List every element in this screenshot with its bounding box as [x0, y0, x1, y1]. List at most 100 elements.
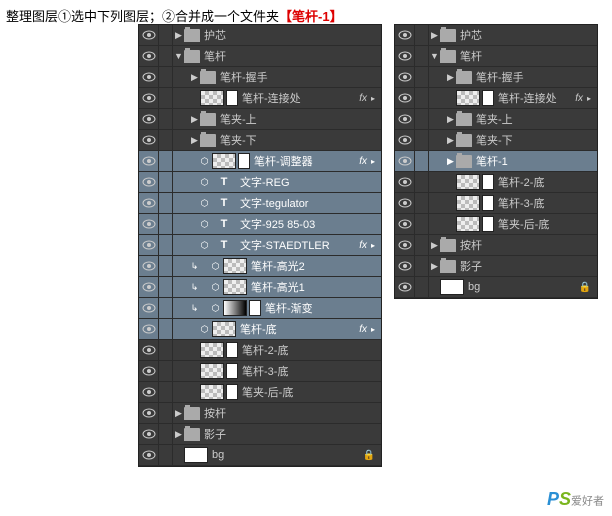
visibility-eye-icon[interactable]	[395, 25, 415, 45]
visibility-eye-icon[interactable]	[395, 88, 415, 108]
disclosure-right-icon[interactable]: ▶	[429, 261, 440, 272]
left-row-20[interactable]: bg🔒	[139, 445, 381, 466]
right-row-10[interactable]: ▶ 按杆	[395, 235, 597, 256]
visibility-eye-icon[interactable]	[139, 67, 159, 87]
disclosure-right-icon[interactable]: ▶	[429, 30, 440, 41]
visibility-eye-icon[interactable]	[395, 151, 415, 171]
fx-disclosure-icon[interactable]: ▸	[587, 94, 591, 103]
visibility-eye-icon[interactable]	[395, 109, 415, 129]
layer-label[interactable]: 护芯	[460, 27, 597, 43]
visibility-eye-icon[interactable]	[139, 445, 159, 465]
layer-label[interactable]: 笔杆-高光2	[251, 258, 381, 274]
layer-label[interactable]: 文字-REG	[240, 174, 381, 190]
right-row-12[interactable]: bg🔒	[395, 277, 597, 298]
layer-label[interactable]: bg	[212, 449, 363, 461]
disclosure-right-icon[interactable]: ▶	[189, 72, 200, 83]
left-row-17[interactable]: 笔夹-后-底	[139, 382, 381, 403]
right-row-5[interactable]: ▶笔夹-下	[395, 130, 597, 151]
fx-badge[interactable]: fx	[575, 93, 583, 104]
right-row-2[interactable]: ▶ 笔杆-握手	[395, 67, 597, 88]
disclosure-right-icon[interactable]: ▶	[445, 114, 456, 125]
layer-label[interactable]: 按杆	[460, 237, 597, 253]
left-row-2[interactable]: ▶笔杆-握手	[139, 67, 381, 88]
visibility-eye-icon[interactable]	[139, 214, 159, 234]
disclosure-right-icon[interactable]: ▶	[429, 240, 440, 251]
layer-label[interactable]: 笔杆-底	[240, 321, 359, 337]
left-row-9[interactable]: ⬡T文字-925 85-03	[139, 214, 381, 235]
visibility-eye-icon[interactable]	[395, 214, 415, 234]
visibility-eye-icon[interactable]	[395, 193, 415, 213]
layer-label[interactable]: 笔杆-连接处	[498, 90, 575, 106]
layer-label[interactable]: 笔夹-后-底	[498, 216, 597, 232]
disclosure-right-icon[interactable]: ▶	[189, 114, 200, 125]
layer-label[interactable]: 笔杆-渐变	[265, 300, 381, 316]
fx-disclosure-icon[interactable]: ▸	[371, 94, 375, 103]
layer-label[interactable]: 笔杆-调整器	[254, 153, 359, 169]
visibility-eye-icon[interactable]	[395, 256, 415, 276]
left-row-3[interactable]: 笔杆-连接处fx ▸	[139, 88, 381, 109]
layer-label[interactable]: 笔夹-后-底	[242, 384, 381, 400]
layer-label[interactable]: 笔夹-上	[476, 111, 597, 127]
disclosure-right-icon[interactable]: ▶	[173, 429, 184, 440]
disclosure-right-icon[interactable]: ▶	[173, 30, 184, 41]
right-row-1[interactable]: ▼笔杆	[395, 46, 597, 67]
disclosure-right-icon[interactable]: ▶	[173, 408, 184, 419]
disclosure-right-icon[interactable]: ▶	[189, 135, 200, 146]
disclosure-down-icon[interactable]: ▼	[429, 51, 440, 61]
disclosure-right-icon[interactable]: ▶	[445, 156, 456, 167]
fx-badge[interactable]: fx	[359, 324, 367, 335]
left-row-18[interactable]: ▶ 按杆	[139, 403, 381, 424]
left-row-0[interactable]: ▶护芯	[139, 25, 381, 46]
visibility-eye-icon[interactable]	[395, 46, 415, 66]
layer-label[interactable]: 笔杆-握手	[476, 69, 597, 85]
visibility-eye-icon[interactable]	[139, 151, 159, 171]
visibility-eye-icon[interactable]	[395, 67, 415, 87]
left-row-1[interactable]: ▼笔杆	[139, 46, 381, 67]
right-row-9[interactable]: 笔夹-后-底	[395, 214, 597, 235]
left-row-12[interactable]: ↳⬡笔杆-高光1	[139, 277, 381, 298]
fx-badge[interactable]: fx	[359, 93, 367, 104]
layer-label[interactable]: bg	[468, 281, 579, 293]
disclosure-right-icon[interactable]: ▶	[445, 72, 456, 83]
layer-label[interactable]: 文字-925 85-03	[240, 216, 381, 232]
left-row-16[interactable]: 笔杆-3-底	[139, 361, 381, 382]
visibility-eye-icon[interactable]	[139, 130, 159, 150]
left-row-19[interactable]: ▶ 影子	[139, 424, 381, 445]
right-row-3[interactable]: 笔杆-连接处fx ▸	[395, 88, 597, 109]
visibility-eye-icon[interactable]	[139, 403, 159, 423]
layer-label[interactable]: 笔夹-下	[220, 132, 381, 148]
visibility-eye-icon[interactable]	[395, 130, 415, 150]
right-row-11[interactable]: ▶ 影子	[395, 256, 597, 277]
visibility-eye-icon[interactable]	[139, 193, 159, 213]
visibility-eye-icon[interactable]	[139, 382, 159, 402]
left-row-8[interactable]: ⬡T文字-tegulator	[139, 193, 381, 214]
layer-label[interactable]: 影子	[460, 258, 597, 274]
layer-label[interactable]: 笔杆-高光1	[251, 279, 381, 295]
left-row-5[interactable]: ▶ 笔夹-下	[139, 130, 381, 151]
layer-label[interactable]: 笔杆-连接处	[242, 90, 359, 106]
layer-label[interactable]: 笔杆	[204, 48, 381, 64]
fx-badge[interactable]: fx	[359, 156, 367, 167]
layer-label[interactable]: 文字-tegulator	[240, 195, 381, 211]
fx-disclosure-icon[interactable]: ▸	[371, 157, 375, 166]
right-row-6[interactable]: ▶ 笔杆-1	[395, 151, 597, 172]
visibility-eye-icon[interactable]	[139, 277, 159, 297]
layer-label[interactable]: 笔杆-2-底	[498, 174, 597, 190]
right-row-0[interactable]: ▶ 护芯	[395, 25, 597, 46]
right-row-4[interactable]: ▶ 笔夹-上	[395, 109, 597, 130]
fx-badge[interactable]: fx	[359, 240, 367, 251]
left-row-13[interactable]: ↳⬡笔杆-渐变	[139, 298, 381, 319]
visibility-eye-icon[interactable]	[139, 361, 159, 381]
right-row-8[interactable]: 笔杆-3-底	[395, 193, 597, 214]
layer-label[interactable]: 笔杆-3-底	[498, 195, 597, 211]
visibility-eye-icon[interactable]	[139, 46, 159, 66]
left-row-4[interactable]: ▶ 笔夹-上	[139, 109, 381, 130]
fx-disclosure-icon[interactable]: ▸	[371, 325, 375, 334]
layer-label[interactable]: 影子	[204, 426, 381, 442]
left-row-7[interactable]: ⬡T文字-REG	[139, 172, 381, 193]
layer-label[interactable]: 笔夹-下	[476, 132, 597, 148]
layer-label[interactable]: 笔杆-1	[476, 153, 597, 169]
layer-label[interactable]: 笔夹-上	[220, 111, 381, 127]
layer-label[interactable]: 按杆	[204, 405, 381, 421]
visibility-eye-icon[interactable]	[139, 319, 159, 339]
